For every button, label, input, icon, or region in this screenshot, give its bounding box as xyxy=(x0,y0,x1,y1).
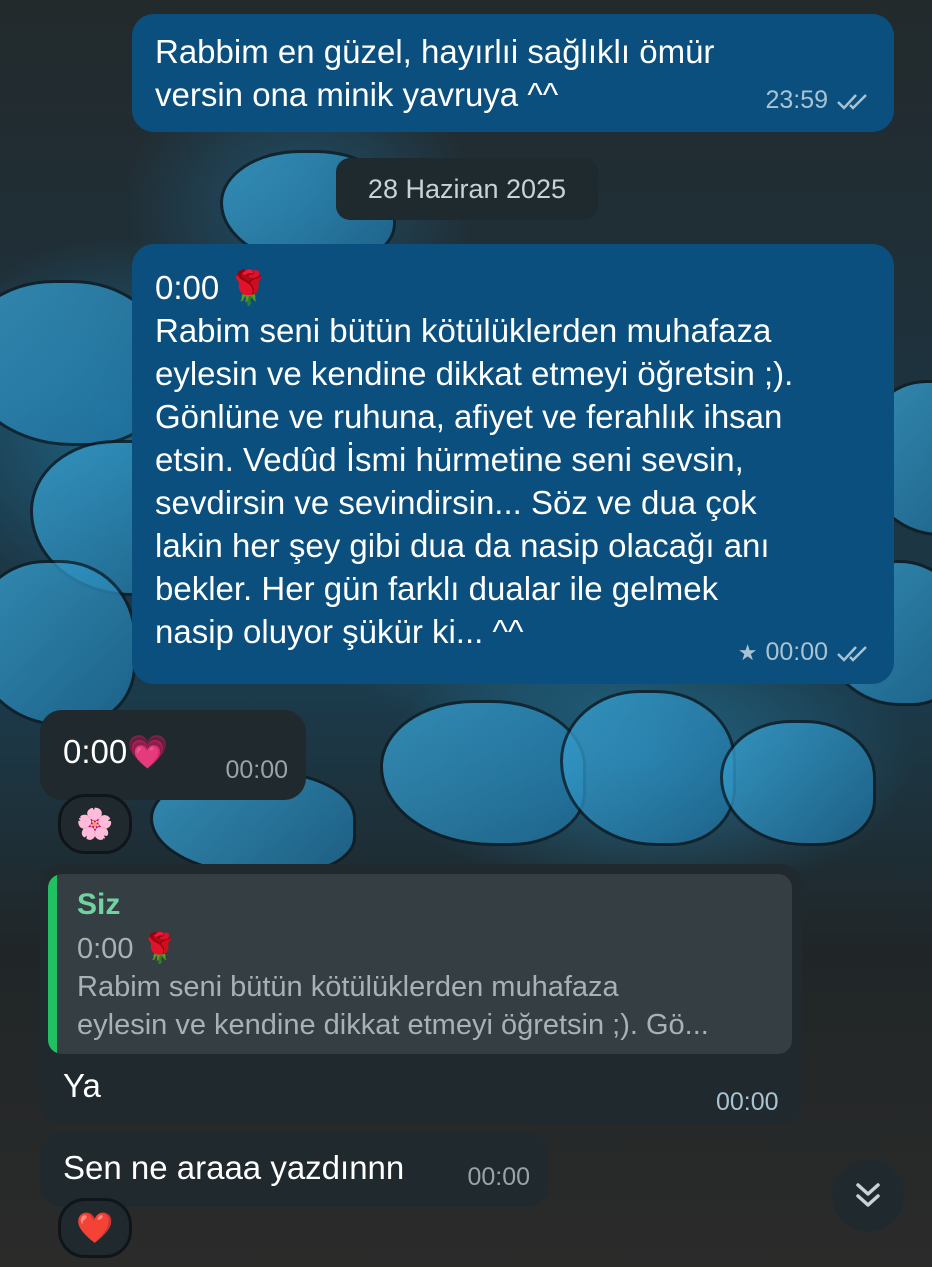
message-reaction[interactable]: 🌸 xyxy=(58,794,132,854)
message-line: 0:00 🌹 xyxy=(155,269,270,306)
message-bubble-incoming[interactable]: 0:00💗 00:00 xyxy=(40,710,306,800)
message-text: Sen ne araaa yazdınnn xyxy=(63,1149,405,1186)
message-time: 23:59 xyxy=(765,86,828,114)
message-text: 0:00 🌹 Rabim seni bütün kötülüklerden mu… xyxy=(155,266,793,653)
message-line: eylesin ve kendine dikkat etmeyi öğretsi… xyxy=(155,355,794,392)
date-separator-label: 28 Haziran 2025 xyxy=(367,173,567,204)
scroll-to-bottom-button[interactable] xyxy=(832,1160,904,1232)
message-bubble-outgoing[interactable]: 0:00 🌹 Rabim seni bütün kötülüklerden mu… xyxy=(132,244,894,684)
quote-line: Rabim seni bütün kötülüklerden muhafaza xyxy=(77,971,619,1003)
date-separator: 28 Haziran 2025 xyxy=(336,158,598,220)
message-meta: 00:00 xyxy=(467,1156,530,1199)
message-line: lakin her şey gibi dua da nasip olacağı … xyxy=(155,527,770,564)
message-line: etsin. Vedûd İsmi hürmetine seni sevsin, xyxy=(155,441,744,478)
message-bubble-outgoing[interactable]: Rabbim en güzel, hayırlıi sağlıklı ömür … xyxy=(132,14,894,132)
quote-line: eylesin ve kendine dikkat etmeyi öğretsi… xyxy=(77,1009,709,1041)
message-text: Ya xyxy=(63,1067,101,1104)
message-time: 00:00 xyxy=(225,756,288,784)
message-line: Rabim seni bütün kötülüklerden muhafaza xyxy=(155,312,772,349)
reaction-emoji: 🌸 xyxy=(76,807,114,841)
message-time: 00:00 xyxy=(765,638,828,666)
quoted-message[interactable]: Siz 0:00 🌹 Rabim seni bütün kötülüklerde… xyxy=(48,874,792,1054)
message-time: 00:00 xyxy=(467,1163,530,1191)
quote-author: Siz xyxy=(77,888,121,921)
message-text: Rabbim en güzel, hayırlıi sağlıklı ömür … xyxy=(155,30,714,116)
message-meta: 23:59 xyxy=(765,79,874,122)
chevron-double-down-icon xyxy=(856,1183,880,1207)
message-reaction[interactable]: ❤️ xyxy=(58,1198,132,1258)
message-line: nasip oluyor şükür ki... ^^ xyxy=(155,613,524,650)
message-line: Gönlüne ve ruhuna, afiyet ve ferahlık ih… xyxy=(155,398,783,435)
message-line: sevdirsin ve sevindirsin... Söz ve dua ç… xyxy=(155,484,757,521)
double-check-icon xyxy=(837,645,867,662)
reaction-emoji: ❤️ xyxy=(76,1211,114,1245)
message-text: 0:00💗 xyxy=(63,733,169,770)
message-time: 00:00 xyxy=(716,1088,779,1116)
message-meta: 00:00 xyxy=(716,1088,779,1117)
message-meta: ★ 00:00 xyxy=(738,631,874,674)
quote-bar xyxy=(48,874,57,1054)
message-line: Rabbim en güzel, hayırlıi sağlıklı ömür xyxy=(155,33,715,70)
quote-line: 0:00 🌹 xyxy=(77,933,178,965)
message-line: versin ona minik yavruya ^^ xyxy=(155,76,559,113)
message-bubble-incoming[interactable]: Sen ne araaa yazdınnn 00:00 xyxy=(40,1133,548,1207)
message-meta: 00:00 xyxy=(225,749,288,792)
message-line: bekler. Her gün farklı dualar ile gelmek xyxy=(155,570,719,607)
star-icon: ★ xyxy=(737,640,758,665)
double-check-icon xyxy=(837,93,867,110)
